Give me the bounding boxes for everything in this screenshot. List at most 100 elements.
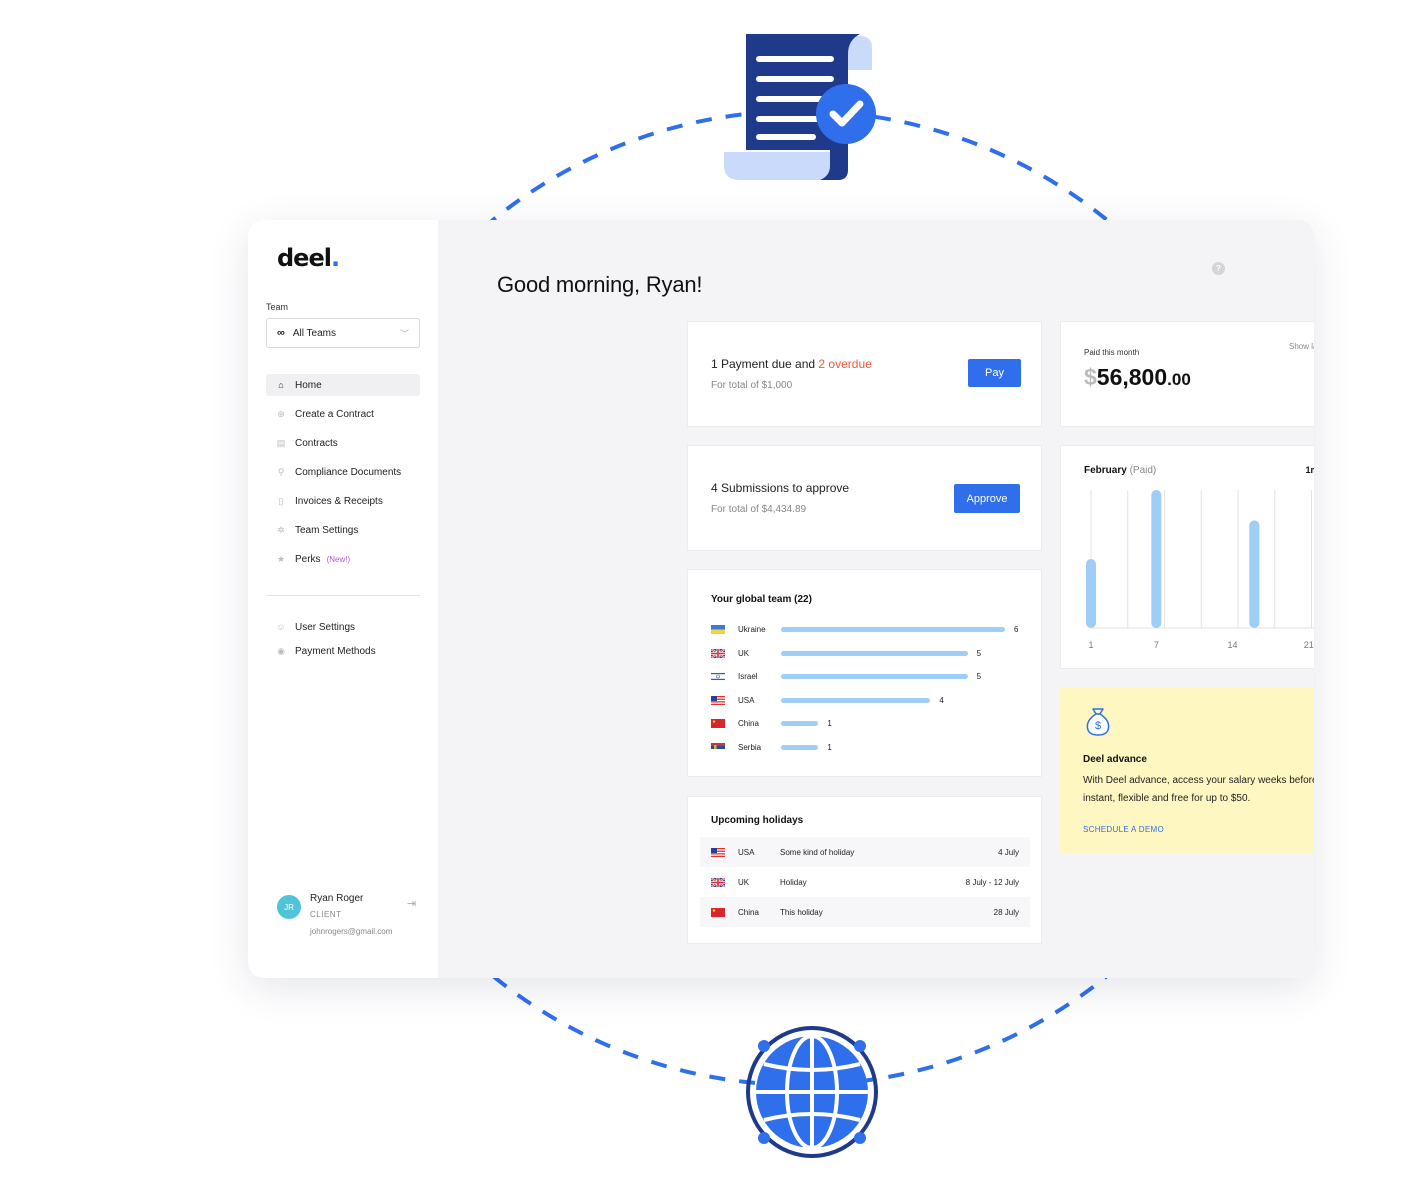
team-count: 6 — [1014, 625, 1019, 635]
team-count: 5 — [976, 672, 982, 682]
sidebar-item-label: Invoices & Receipts — [295, 495, 383, 507]
team-row: UK 5 — [711, 642, 1031, 666]
overdue-text: 2 overdue — [818, 357, 872, 371]
sidebar-nav: ⌂ Home ⊕ Create a Contract ▤ Contracts ⚲… — [266, 374, 420, 577]
holiday-date: 8 July - 12 July — [965, 877, 1019, 887]
team-count-bar — [781, 674, 968, 680]
sidebar-item-user-settings[interactable]: ☺ User Settings — [266, 616, 420, 638]
team-count-bar — [781, 650, 968, 656]
sidebar-item-payment-methods[interactable]: ◉ Payment Methods — [266, 640, 420, 662]
sidebar-item-home[interactable]: ⌂ Home — [266, 374, 420, 396]
user-role: CLIENT — [310, 910, 342, 919]
last-30-days-label: Show last 30 days — [1289, 342, 1314, 351]
flag-icon — [711, 695, 725, 705]
deel-advance-card: $ × Deel advance With Deel advance, acce… — [1060, 687, 1314, 853]
money-bag-icon: $ — [1086, 708, 1110, 736]
schedule-demo-link[interactable]: SCHEDULE A DEMO — [1083, 825, 1164, 834]
holiday-country: UK — [738, 877, 750, 887]
team-count-bar — [781, 721, 819, 727]
submissions-total: For total of $4,434.89 — [711, 504, 807, 515]
star-icon: ★ — [276, 553, 286, 564]
holiday-name: This holiday — [780, 907, 823, 917]
sidebar-item-label: Perks — [295, 553, 321, 565]
team-select[interactable]: ∞ All Teams ﹀ — [266, 318, 420, 348]
receipt-icon: ▯ — [278, 495, 284, 506]
deel-logo[interactable]: deel. — [277, 244, 340, 272]
x-tick-label: 1 — [1088, 640, 1093, 650]
flag-icon — [711, 907, 725, 917]
nav-divider — [266, 595, 420, 596]
sidebar-item-label: Home — [295, 379, 322, 391]
submissions-title: 4 Submissions to approve — [711, 481, 850, 495]
country-name: Israel — [738, 672, 758, 682]
globe-icon — [746, 1026, 878, 1158]
sidebar-item-create-contract[interactable]: ⊕ Create a Contract — [266, 403, 420, 425]
holiday-row: USA Some kind of holiday 4 July — [700, 837, 1030, 867]
flag-icon — [711, 742, 725, 752]
contract-document-icon — [724, 34, 876, 180]
x-tick-label: 7 — [1154, 640, 1159, 650]
holiday-name: Some kind of holiday — [780, 847, 855, 857]
user-profile[interactable]: JR Ryan Roger CLIENT johnrogers@gmail.co… — [277, 893, 427, 943]
country-name: Ukraine — [738, 625, 766, 635]
infinity-icon: ∞ — [277, 327, 285, 339]
sidebar-item-contracts[interactable]: ▤ Contracts — [266, 432, 420, 454]
sidebar-item-team-settings[interactable]: ✲ Team Settings — [266, 519, 420, 541]
advance-description: With Deel advance, access your salary we… — [1083, 775, 1314, 804]
paid-amount: $56,800.00 — [1084, 364, 1191, 390]
svg-text:$: $ — [1095, 720, 1101, 732]
sidebar-item-compliance[interactable]: ⚲ Compliance Documents — [266, 461, 420, 483]
chart-bar[interactable] — [1086, 559, 1096, 628]
pay-button[interactable]: Pay — [968, 359, 1021, 387]
sidebar-item-perks[interactable]: ★ Perks (New!) — [266, 548, 420, 570]
sidebar-item-invoices[interactable]: ▯ Invoices & Receipts — [266, 490, 420, 512]
approve-button[interactable]: Approve — [954, 484, 1020, 513]
flag-icon — [711, 847, 725, 857]
team-label: Team — [266, 302, 289, 312]
holidays-list: USA Some kind of holiday 4 July UK Holiday 8 … — [700, 837, 1030, 927]
sidebar: deel. Team ∞ All Teams ﹀ ⌂ Home ⊕ Create… — [248, 220, 438, 978]
sidebar-item-label: Payment Methods — [295, 645, 376, 657]
sidebar-item-label: Contracts — [295, 437, 338, 449]
country-name: UK — [738, 648, 750, 658]
flag-icon — [711, 672, 725, 682]
chevron-down-icon: ﹀ — [399, 328, 409, 339]
flag-icon — [711, 625, 725, 635]
document-icon: ▤ — [276, 437, 286, 448]
country-name: USA — [738, 695, 755, 705]
holiday-date: 4 July — [998, 847, 1019, 857]
payments-chart-card: February (Paid) 1m 3m 6m 1y 17142128 — [1060, 445, 1314, 669]
holiday-row: China This holiday 28 July — [700, 897, 1030, 927]
chart-bar[interactable] — [1151, 490, 1162, 628]
user-name: Ryan Roger — [310, 893, 364, 904]
holiday-date: 28 July — [993, 907, 1019, 917]
bar-chart: 1 7 14 21 28 — [1086, 490, 1314, 650]
flag-icon — [711, 877, 725, 887]
paid-label: Paid this month — [1084, 348, 1140, 357]
team-count: 4 — [939, 695, 944, 705]
team-count: 1 — [827, 719, 832, 729]
logout-icon[interactable]: ⇥ — [407, 897, 416, 910]
upcoming-holidays-card: Upcoming holidays USA Some kind of holida… — [687, 796, 1042, 944]
home-icon: ⌂ — [278, 380, 284, 390]
sidebar-item-label: Create a Contract — [295, 408, 374, 420]
submissions-card: 4 Submissions to approve For total of $4… — [687, 445, 1042, 551]
range-selector: 1m 3m 6m 1y — [1305, 465, 1314, 475]
range-1m[interactable]: 1m — [1305, 465, 1314, 475]
sidebar-item-label: User Settings — [295, 621, 356, 633]
payment-due-title: 1 Payment due and 2 overdue — [711, 357, 872, 371]
team-count-bar — [781, 697, 931, 703]
chart-bar[interactable] — [1249, 520, 1260, 628]
sidebar-secondary-nav: ☺ User Settings ◉ Payment Methods — [266, 616, 420, 664]
team-count-bar — [781, 744, 819, 750]
user-email: johnrogers@gmail.com — [310, 927, 393, 936]
new-badge: (New!) — [326, 554, 351, 564]
user-icon: ☺ — [276, 622, 286, 632]
payment-due-card: 1 Payment due and 2 overdue For total of… — [687, 321, 1042, 427]
gear-icon: ✲ — [277, 524, 285, 535]
team-count: 1 — [827, 742, 832, 752]
payment-total: For total of $1,000 — [711, 380, 793, 391]
help-icon[interactable]: ? — [1212, 262, 1225, 275]
team-row: Israel 5 — [711, 665, 1031, 689]
global-team-card: Your global team (22) Ukraine 6 UK 5 Israel 5… — [687, 569, 1042, 777]
